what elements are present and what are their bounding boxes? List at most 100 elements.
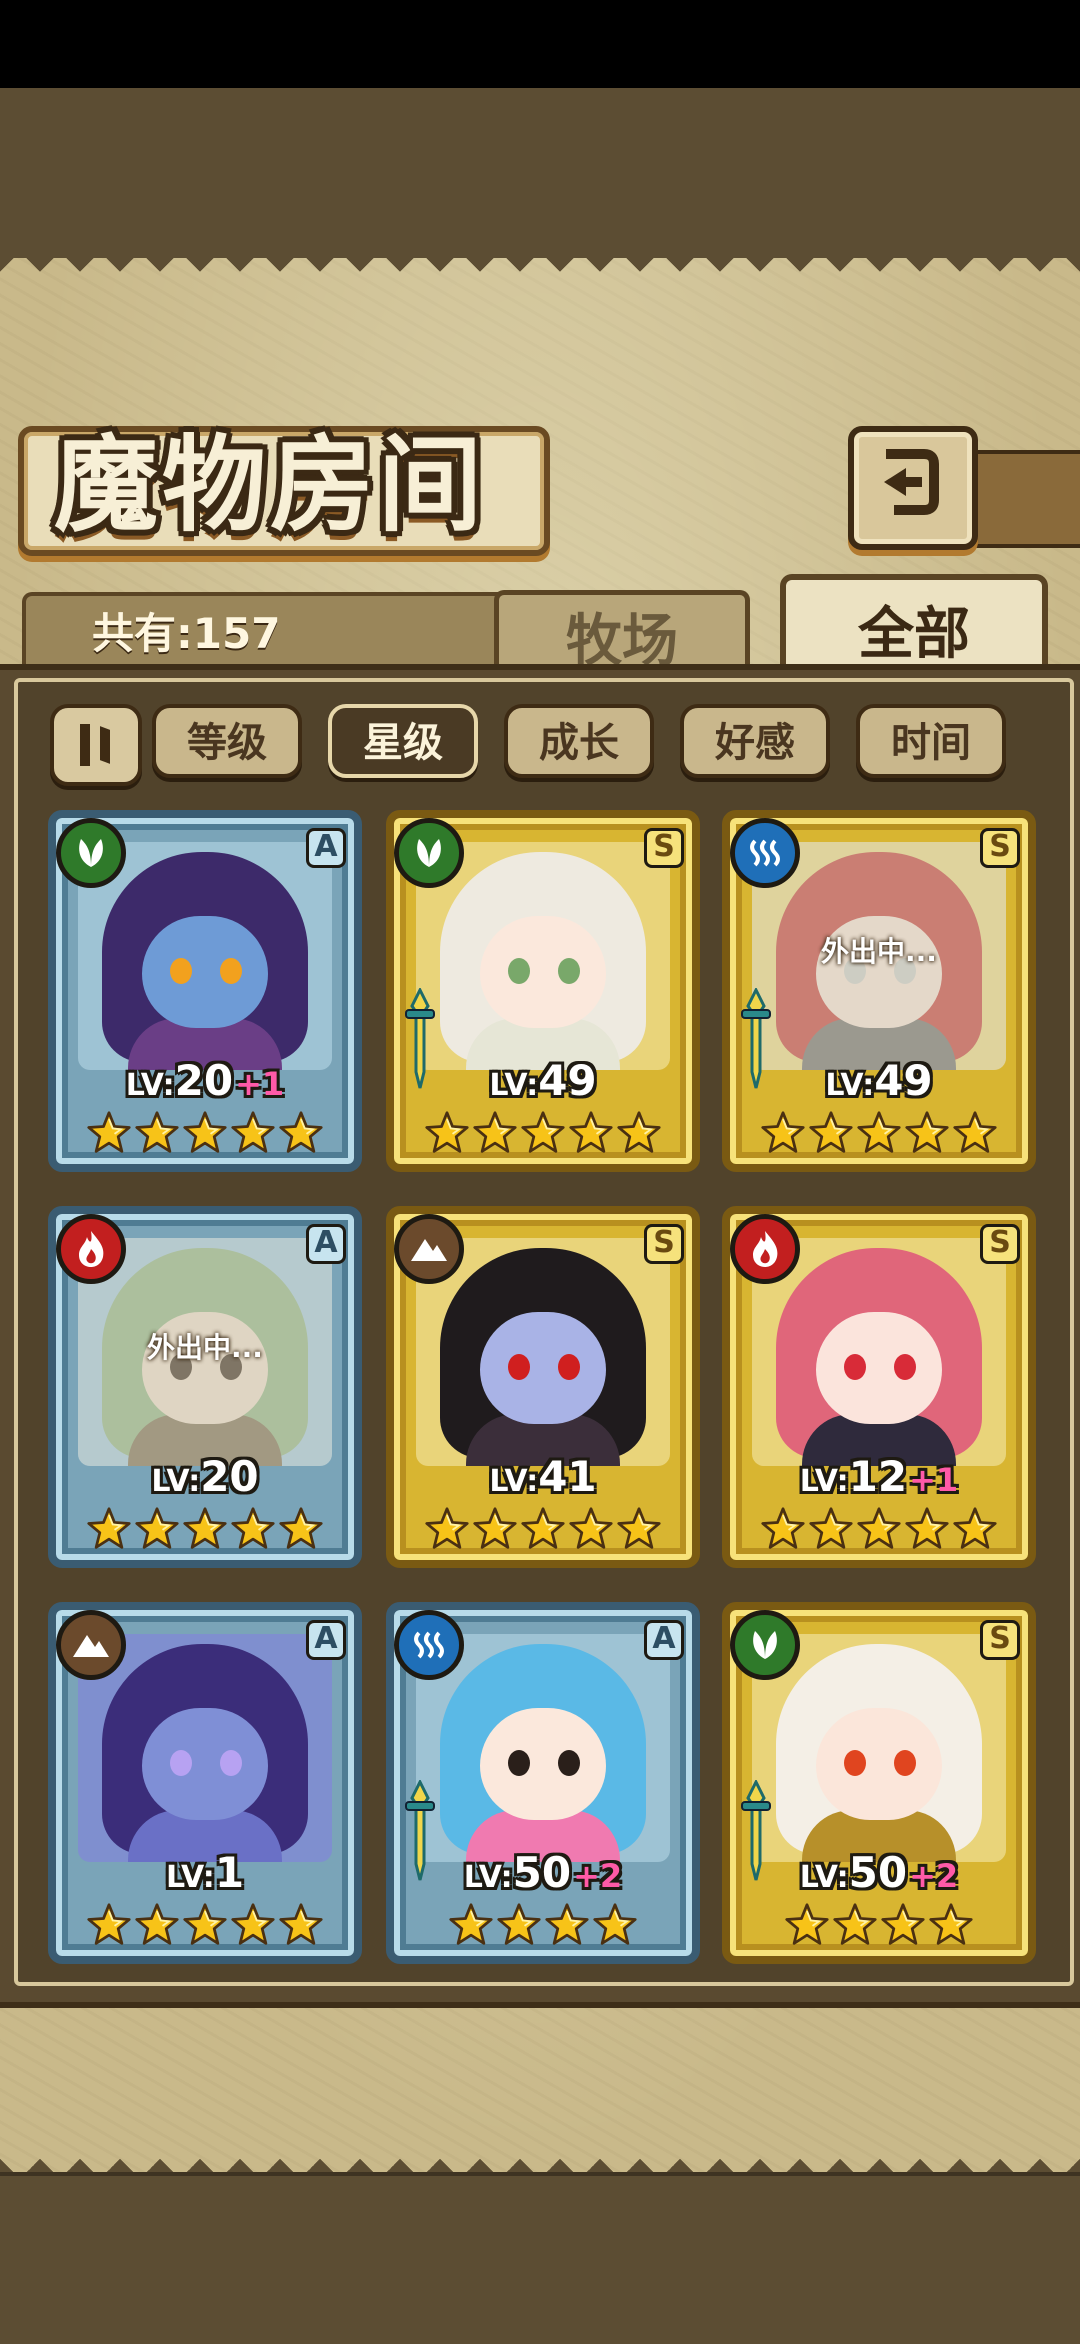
- sort-by-affection-button[interactable]: 好感: [680, 704, 830, 778]
- sort-order-toggle[interactable]: [50, 704, 142, 786]
- star-icon: [449, 1903, 493, 1945]
- star-rating: [394, 1902, 692, 1956]
- star-rating: [730, 1110, 1028, 1164]
- element-badge: [730, 1214, 800, 1284]
- star-icon: [569, 1111, 613, 1153]
- return-arrow-icon: [884, 449, 939, 515]
- earth-element-icon: [73, 1635, 109, 1657]
- level-value: 1: [214, 1848, 245, 1897]
- element-badge: [730, 818, 800, 888]
- rank-badge: A: [644, 1620, 684, 1660]
- star-icon: [87, 1903, 131, 1945]
- monster-card[interactable]: A LV:20+1: [48, 810, 362, 1172]
- star-icon: [473, 1507, 517, 1549]
- level-label: LV:12+1: [730, 1450, 1028, 1504]
- level-prefix: LV:: [799, 1860, 849, 1895]
- rank-badge: A: [306, 1620, 346, 1660]
- back-button[interactable]: [848, 426, 978, 550]
- star-icon: [857, 1507, 901, 1549]
- monster-card[interactable]: A LV:1: [48, 1602, 362, 1964]
- monster-card[interactable]: 外出中... S LV:49: [722, 810, 1036, 1172]
- earth-element-icon: [411, 1239, 447, 1261]
- star-icon: [617, 1507, 661, 1549]
- star-icon: [833, 1903, 877, 1945]
- element-badge: [56, 1214, 126, 1284]
- status-bar: [0, 0, 1080, 88]
- level-value: 12: [848, 1452, 908, 1501]
- torn-edge-top: [0, 255, 1080, 283]
- level-bonus: +2: [909, 1857, 959, 1895]
- level-label: LV:41: [394, 1450, 692, 1504]
- sort-by-time-button[interactable]: 时间: [856, 704, 1006, 778]
- star-icon: [881, 1903, 925, 1945]
- away-status-label: 外出中...: [147, 1331, 263, 1364]
- level-label: LV:1: [56, 1846, 354, 1900]
- star-icon: [785, 1903, 829, 1945]
- level-label: LV:50+2: [730, 1846, 1028, 1900]
- star-icon: [183, 1507, 227, 1549]
- fire-element-icon: [79, 1231, 104, 1267]
- star-icon: [521, 1507, 565, 1549]
- level-bonus: +1: [235, 1065, 285, 1103]
- element-badge: [56, 818, 126, 888]
- sort-by-star-button[interactable]: 星级: [328, 704, 478, 778]
- rank-badge: S: [980, 1620, 1020, 1660]
- star-icon: [953, 1507, 997, 1549]
- rank-badge: A: [306, 828, 346, 868]
- sort-by-level-button[interactable]: 等级: [152, 704, 302, 778]
- background-bottom-band: [0, 2172, 1080, 2344]
- star-icon: [183, 1903, 227, 1945]
- star-icon: [929, 1903, 973, 1945]
- star-icon: [569, 1507, 613, 1549]
- star-rating: [730, 1506, 1028, 1560]
- star-icon: [231, 1111, 275, 1153]
- level-value: 41: [538, 1452, 597, 1501]
- fire-element-icon: [753, 1231, 778, 1267]
- monster-card[interactable]: S LV:50+2: [722, 1602, 1036, 1964]
- page-title: 魔物房间: [54, 423, 487, 546]
- star-icon: [857, 1111, 901, 1153]
- monster-card[interactable]: S LV:49: [386, 810, 700, 1172]
- level-prefix: LV:: [489, 1068, 539, 1103]
- level-bonus: +2: [573, 1857, 623, 1895]
- sort-by-growth-button[interactable]: 成长: [504, 704, 654, 778]
- star-icon: [809, 1111, 853, 1153]
- star-icon: [473, 1111, 517, 1153]
- rank-badge: S: [980, 1224, 1020, 1264]
- monster-card[interactable]: S LV:12+1: [722, 1206, 1036, 1568]
- star-icon: [425, 1507, 469, 1549]
- star-icon: [905, 1111, 949, 1153]
- star-icon: [809, 1507, 853, 1549]
- star-rating: [56, 1110, 354, 1164]
- total-count: 共有:157: [92, 609, 281, 658]
- star-icon: [135, 1903, 179, 1945]
- level-value: 20: [200, 1452, 259, 1501]
- level-value: 20: [174, 1056, 234, 1105]
- star-rating: [394, 1110, 692, 1164]
- leaf-element-icon: [417, 839, 441, 867]
- level-prefix: LV:: [825, 1068, 875, 1103]
- level-value: 50: [848, 1848, 908, 1897]
- background-top-band: [0, 88, 1080, 262]
- monster-card[interactable]: 外出中... A LV:20: [48, 1206, 362, 1568]
- star-rating: [56, 1902, 354, 1956]
- star-icon: [231, 1903, 275, 1945]
- star-icon: [279, 1903, 323, 1945]
- level-label: LV:49: [730, 1054, 1028, 1108]
- star-icon: [761, 1507, 805, 1549]
- level-prefix: LV:: [799, 1464, 849, 1499]
- star-icon: [497, 1903, 541, 1945]
- monster-card[interactable]: S LV:41: [386, 1206, 700, 1568]
- element-badge: [56, 1610, 126, 1680]
- level-value: 49: [538, 1056, 597, 1105]
- level-label: LV:50+2: [394, 1846, 692, 1900]
- star-icon: [231, 1507, 275, 1549]
- level-label: LV:20: [56, 1450, 354, 1504]
- element-badge: [730, 1610, 800, 1680]
- monster-card[interactable]: A LV:50+2: [386, 1602, 700, 1964]
- away-status-label: 外出中...: [821, 935, 937, 968]
- level-value: 50: [512, 1848, 572, 1897]
- star-icon: [545, 1903, 589, 1945]
- element-badge: [394, 818, 464, 888]
- star-icon: [905, 1507, 949, 1549]
